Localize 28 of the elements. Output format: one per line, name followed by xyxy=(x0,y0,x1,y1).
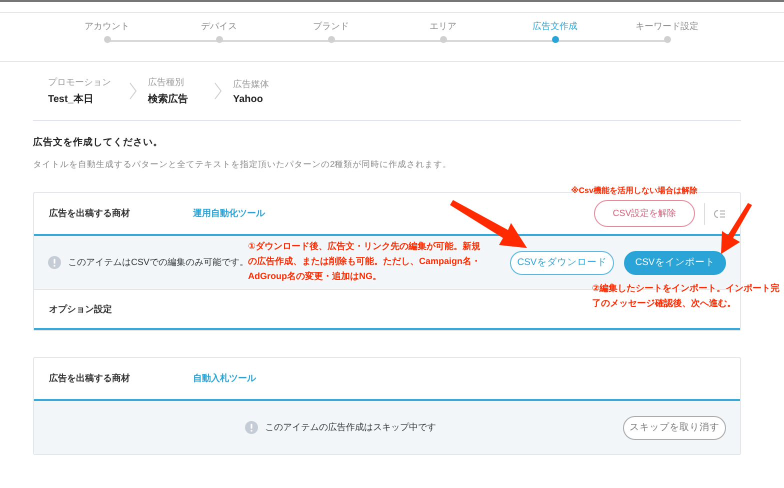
breadcrumb-label: プロモーション xyxy=(48,76,112,89)
breadcrumb-value: Test_本日 xyxy=(48,92,94,106)
step-label[interactable]: 広告文作成 xyxy=(532,20,578,34)
import-button[interactable]: CSVをインポート xyxy=(624,250,726,274)
breadcrumb-label: 広告種別 xyxy=(148,76,185,89)
annotation-note: ①ダウンロード後、広告文・リンク先の編集が可能。新規 の広告作成、または削除も可能。ただし、Campaign名・ AdGroup名の変更・追加はNG。 xyxy=(248,240,481,283)
csv-reset-button[interactable]: CSV設定を解除 xyxy=(594,200,695,227)
option-settings-label[interactable]: オプション設定 xyxy=(49,302,112,316)
step-label[interactable]: エリア xyxy=(430,20,456,34)
step-label[interactable]: ブランド xyxy=(313,20,349,34)
breadcrumb-label: 広告媒体 xyxy=(233,78,270,90)
page-heading: 広告文を作成してください。 xyxy=(33,136,164,149)
notice-text: このアイテムの広告作成はスキップ中です xyxy=(265,421,436,434)
annotation-note: ※Csv機能を活用しない場合は解除 xyxy=(571,185,698,197)
step-label[interactable]: アカウント xyxy=(84,20,130,34)
tool-link[interactable]: 運用自動化ツール xyxy=(193,207,594,220)
undo-skip-button[interactable]: スキップを取り消す xyxy=(623,416,726,440)
step-label[interactable]: キーワード設定 xyxy=(636,20,698,34)
annotation-note: ②編集したシートをインポート。インポート完 了のメッセージ確認後、次へ進む。 xyxy=(592,282,780,310)
download-button[interactable]: CSVをダウンロード xyxy=(510,250,614,274)
breadcrumb-value: 検索広告 xyxy=(148,92,189,106)
field-label: 広告を出稿する商材 xyxy=(49,207,131,220)
tool-link[interactable]: 自動入札ツール xyxy=(193,372,740,385)
breadcrumb-value: Yahoo xyxy=(233,94,264,104)
step-label[interactable]: デバイス xyxy=(201,20,237,34)
page-description: タイトルを自動生成するパターンと全てテキストを指定頂いたパターンの2種類が同時に作成されます。 xyxy=(33,159,453,171)
notice-text: このアイテムはCSVでの編集のみ可能です。 xyxy=(68,256,249,269)
field-label: 広告を出稿する商材 xyxy=(49,372,131,385)
